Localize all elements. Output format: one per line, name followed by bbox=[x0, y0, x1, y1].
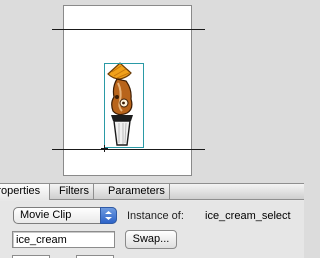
tab-filters-label: Filters bbox=[59, 185, 89, 197]
instance-of-label: Instance of: bbox=[127, 210, 184, 222]
panel-body: Movie Clip Instance of: ice_cream_select… bbox=[0, 201, 304, 258]
guide-line-bottom[interactable] bbox=[52, 149, 205, 150]
tab-parameters-label: Parameters bbox=[108, 185, 165, 197]
guide-line-top[interactable] bbox=[52, 29, 205, 30]
instance-name-input[interactable] bbox=[12, 231, 115, 248]
instance-of-value: ice_cream_select bbox=[205, 210, 291, 222]
symbol-type-value: Movie Clip bbox=[20, 209, 72, 221]
selection-bounding-box bbox=[104, 63, 144, 148]
panel-tab-bar: Properties Filters Parameters bbox=[0, 184, 304, 200]
tab-parameters[interactable]: Parameters bbox=[104, 184, 170, 200]
swap-button[interactable]: Swap... bbox=[125, 230, 177, 249]
properties-panel: Properties Filters Parameters Movie Clip… bbox=[0, 183, 304, 258]
tab-filters[interactable]: Filters bbox=[55, 184, 94, 200]
tab-properties-label: Properties bbox=[0, 185, 41, 197]
stage-area bbox=[0, 0, 304, 183]
symbol-type-select[interactable]: Movie Clip bbox=[13, 207, 117, 224]
select-arrows-icon[interactable] bbox=[100, 207, 117, 224]
tab-properties[interactable]: Properties bbox=[0, 184, 50, 200]
registration-point-icon bbox=[101, 145, 108, 152]
